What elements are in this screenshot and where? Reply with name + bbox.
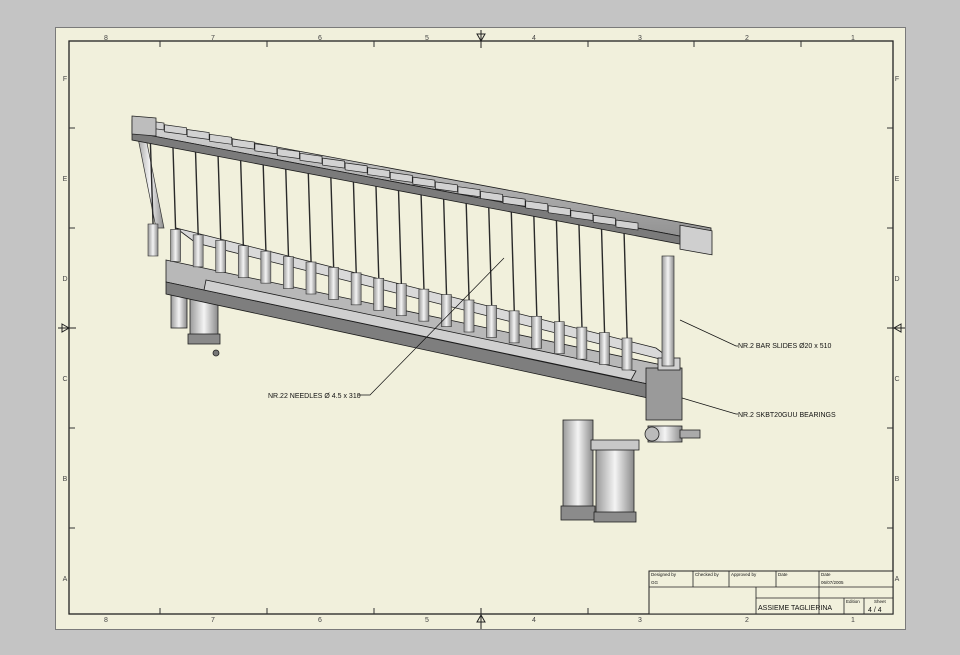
col-label-bottom: 7 — [211, 617, 215, 624]
date2-value: 06/07/2005 — [821, 580, 844, 585]
row-label-left: C — [62, 376, 67, 383]
callout-needles: NR.22 NEEDLES Ø 4.5 x 310 — [268, 393, 361, 400]
technical-drawing: 8 7 6 5 4 3 2 1 8 7 6 5 4 3 2 1 F E D C … — [58, 30, 905, 629]
col-label-top: 3 — [638, 35, 642, 42]
checked-by-label: Checked by — [695, 572, 720, 577]
edition-label: Edition — [846, 599, 860, 604]
needle-guide-bushing — [328, 267, 339, 300]
right-bar-slide — [661, 255, 675, 367]
needle-guide-bushing — [441, 294, 452, 327]
needle-guide-bushing — [170, 229, 181, 262]
col-label-bottom: 4 — [532, 617, 536, 624]
row-label-left: D — [62, 276, 67, 283]
needle-guide-bushing — [395, 283, 407, 317]
col-label-top: 7 — [211, 35, 215, 42]
col-label-top: 4 — [532, 35, 536, 42]
designed-by-label: Designed by — [651, 572, 677, 577]
col-label-bottom: 6 — [318, 617, 322, 624]
title-block: Designed by GG Checked by Approved by Da… — [648, 570, 894, 615]
designed-by-value: GG — [651, 580, 659, 585]
needle-guide-bushing — [508, 310, 520, 344]
drawing-sheet: 8 7 6 5 4 3 2 1 8 7 6 5 4 3 2 1 F E D C … — [55, 27, 906, 630]
assembly-illustration — [131, 115, 713, 523]
needle-guide-bushing — [215, 239, 227, 273]
row-label-left: E — [63, 176, 68, 183]
needle-guide-bushing — [599, 332, 610, 365]
needle-guide-bushing — [192, 234, 204, 268]
row-label-right: B — [895, 476, 900, 483]
col-label-top: 6 — [318, 35, 322, 42]
needle-guide-bushing — [373, 277, 385, 311]
row-label-right: F — [895, 76, 899, 83]
needle-guide-bushing — [350, 272, 362, 306]
col-label-top: 1 — [851, 35, 855, 42]
drawing-title: ASSIEME TAGLIERINA — [758, 605, 832, 612]
row-label-right: A — [895, 576, 900, 583]
date2-label: Date — [821, 572, 831, 577]
needle-guide-bushing — [260, 250, 272, 284]
col-label-bottom: 3 — [638, 617, 642, 624]
row-label-right: C — [894, 376, 899, 383]
sheet-value: 4 / 4 — [868, 607, 882, 614]
needle-guide-bushing — [237, 245, 249, 279]
callout-bearings: NR.2 SKBT20GUU BEARINGS — [738, 412, 836, 419]
needle-guide-bushing — [621, 337, 633, 371]
leader-line-bearings — [681, 397, 738, 415]
col-label-top: 5 — [425, 35, 429, 42]
row-label-left: F — [63, 76, 67, 83]
row-label-right: E — [895, 176, 900, 183]
row-label-left: A — [63, 576, 68, 583]
col-label-bottom: 2 — [745, 617, 749, 624]
needle-guide-bushing — [553, 321, 565, 355]
needle-guide-bushing — [147, 223, 159, 257]
needle-guide-bushing — [463, 299, 475, 333]
leader-line-bar-slides — [679, 319, 738, 347]
col-label-top: 8 — [104, 35, 108, 42]
needle-clamps-group — [141, 119, 639, 231]
sheet-label: Sheet — [874, 599, 887, 604]
right-cylinders — [560, 419, 701, 523]
needle-guide-bushing — [576, 326, 588, 360]
needle-guide-bushing — [283, 256, 294, 289]
col-label-top: 2 — [745, 35, 749, 42]
needle-guide-bushing — [418, 288, 430, 322]
col-label-bottom: 1 — [851, 617, 855, 624]
callout-bar-slides: NR.2 BAR SLIDES Ø20 x 510 — [738, 343, 831, 350]
date-label: Date — [778, 572, 788, 577]
needle-guide-bushing — [305, 261, 317, 295]
needle-guide-bushing — [486, 305, 497, 338]
col-label-bottom: 5 — [425, 617, 429, 624]
left-end-block — [131, 115, 157, 137]
row-label-right: D — [894, 276, 899, 283]
row-label-left: B — [63, 476, 68, 483]
needle-guide-bushing — [531, 315, 543, 349]
col-label-bottom: 8 — [104, 617, 108, 624]
approved-by-label: Approved by — [731, 572, 757, 577]
